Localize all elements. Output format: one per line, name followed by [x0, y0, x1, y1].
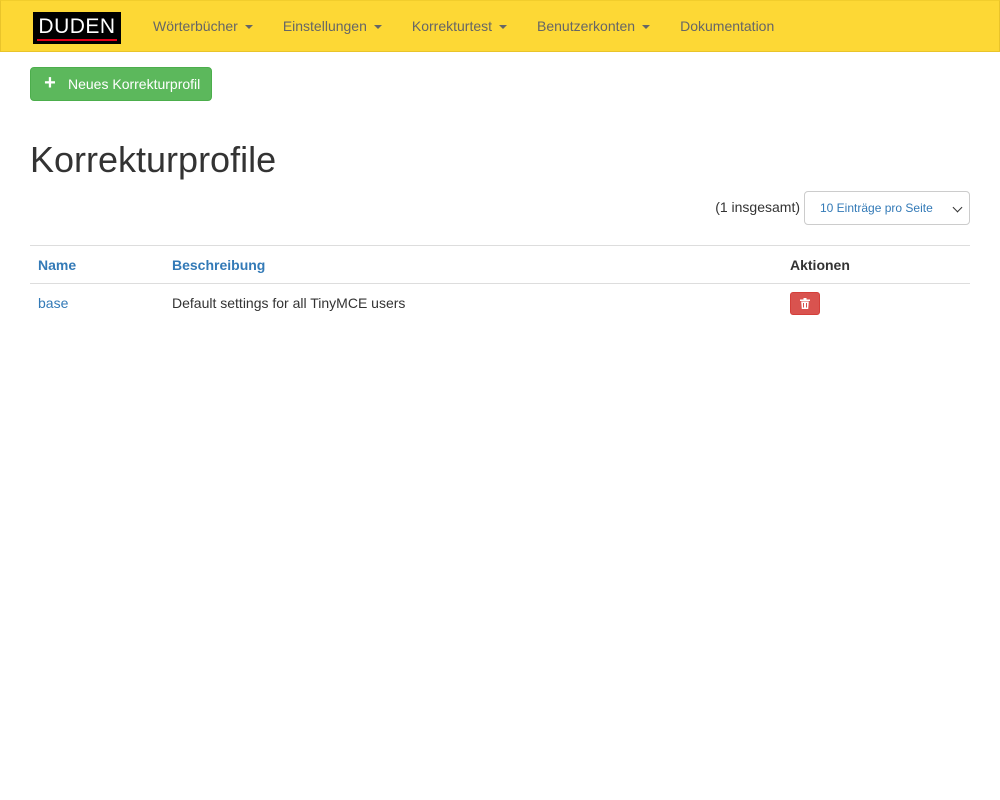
top-navbar: DUDEN Wörterbücher Einstellungen Korrekt… — [0, 0, 1000, 52]
profile-name-cell: base — [30, 284, 164, 322]
actions-cell — [782, 284, 970, 322]
nav-item-benutzerkonten[interactable]: Benutzerkonten — [522, 1, 665, 51]
caret-down-icon — [244, 25, 253, 29]
profile-description: Default settings for all TinyMCE users — [172, 295, 406, 311]
nav-item-label: Einstellungen — [282, 18, 367, 34]
caret-down-icon — [499, 25, 508, 29]
logo-underline — [37, 39, 117, 41]
new-profile-label: Neues Korrekturprofil — [68, 76, 201, 92]
chevron-down-icon — [952, 202, 963, 213]
table-header-row: Name Beschreibung Aktionen — [30, 245, 970, 284]
nav-item-korrekturtest[interactable]: Korrekturtest — [397, 1, 522, 51]
nav-item-woerterbuecher[interactable]: Wörterbücher — [138, 1, 268, 51]
column-header-actions: Aktionen — [790, 256, 850, 273]
column-header-description[interactable]: Beschreibung — [164, 246, 782, 284]
profile-name-link[interactable]: base — [38, 295, 68, 311]
nav-item-label: Dokumentation — [680, 18, 775, 34]
per-page-value: 10 Einträge pro Seite — [820, 201, 933, 215]
sort-by-description-link[interactable]: Beschreibung — [172, 257, 265, 273]
column-header-name[interactable]: Name — [30, 246, 164, 284]
caret-down-icon — [642, 25, 651, 29]
nav-item-einstellungen[interactable]: Einstellungen — [268, 1, 397, 51]
nav-item-label: Korrekturtest — [411, 18, 493, 34]
trash-icon — [800, 298, 810, 309]
profiles-table: Name Beschreibung Aktionen base Default … — [30, 245, 970, 322]
table-row: base Default settings for all TinyMCE us… — [30, 284, 970, 322]
plus-icon: + — [44, 72, 56, 94]
total-count: (1 insgesamt) — [715, 199, 800, 215]
page-title: Korrekturprofile — [30, 139, 277, 180]
nav-item-label: Benutzerkonten — [537, 18, 636, 34]
nav-item-label: Wörterbücher — [153, 18, 238, 34]
logo-text: DUDEN — [38, 15, 116, 38]
per-page-select[interactable]: 10 Einträge pro Seite — [804, 191, 970, 225]
new-profile-button[interactable]: + Neues Korrekturprofil — [30, 67, 212, 101]
caret-down-icon — [373, 25, 382, 29]
nav-item-dokumentation[interactable]: Dokumentation — [665, 1, 789, 51]
sort-by-name-link[interactable]: Name — [38, 257, 76, 273]
delete-button[interactable] — [790, 292, 820, 315]
main-nav: Wörterbücher Einstellungen Korrekturtest… — [138, 1, 789, 51]
duden-logo[interactable]: DUDEN — [33, 12, 121, 44]
